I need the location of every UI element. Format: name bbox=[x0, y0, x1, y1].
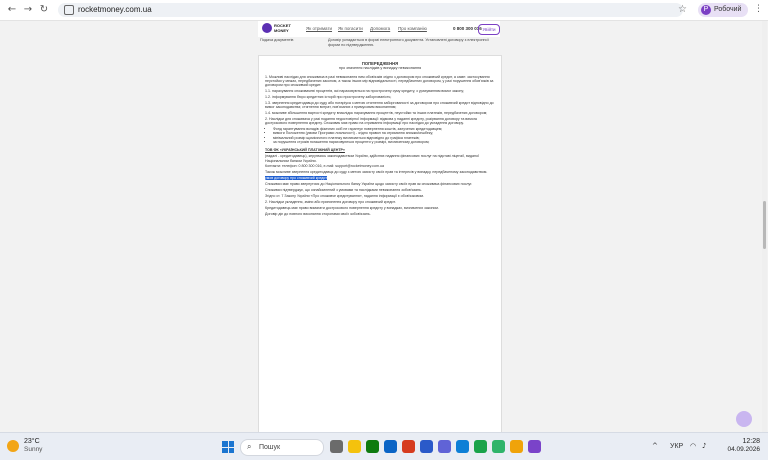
profile-avatar: Р bbox=[701, 5, 711, 15]
teams-icon[interactable] bbox=[438, 440, 451, 453]
windows-taskbar: 23°C Sunny ⌕ Пошук ^ УКР ◠ ♪ 12:28 04.09… bbox=[0, 432, 768, 460]
clock-time[interactable]: 12:28 bbox=[724, 437, 760, 446]
doc-paragraph: 1.1. нарахування споживачеві процентів, … bbox=[265, 89, 465, 94]
windows-start-icon[interactable] bbox=[222, 441, 234, 453]
edge-icon[interactable] bbox=[456, 440, 469, 453]
doc-paragraph: (надалі - кредитодавець), керуючись зако… bbox=[265, 154, 479, 163]
app-icon[interactable] bbox=[510, 440, 523, 453]
doc-paragraph: Також можливе звернення кредитодавця до … bbox=[265, 170, 488, 175]
doc-paragraph: Споживач підтверджує, що ознайомлений з … bbox=[265, 187, 422, 192]
sun-icon[interactable] bbox=[7, 440, 19, 452]
scroll-thumb[interactable] bbox=[763, 201, 766, 249]
tray-chevron-icon[interactable]: ^ bbox=[652, 442, 658, 451]
forward-icon[interactable]: → bbox=[22, 4, 34, 16]
doc-paragraph: Контакти: телефон: 0 800 300 016, e-mail… bbox=[265, 164, 384, 169]
page-scrollbar[interactable] bbox=[762, 21, 767, 432]
address-bar[interactable]: rocketmoney.com.ua bbox=[58, 3, 683, 17]
doc-paragraph: Кредитодавець має право вимагати дострок… bbox=[265, 205, 439, 210]
doc-bullet-list: Фонд гарантування вкладів фізичних осіб … bbox=[265, 127, 495, 144]
bookmark-star-icon[interactable]: ☆ bbox=[678, 4, 687, 15]
site-header: ROCKET MONEY Як отримати Як погасити Доп… bbox=[258, 21, 500, 37]
search-icon: ⌕ bbox=[247, 442, 252, 451]
strip-left: Подача документів bbox=[260, 38, 294, 42]
selected-text[interactable]: умов договору про споживчий кредит bbox=[265, 176, 328, 181]
doc-paragraph: 2. Наслідки укладення, зміни або припине… bbox=[265, 199, 396, 204]
profile-label: Робочий bbox=[714, 6, 742, 13]
doc-subtitle: про значення наслідків у випадку невикон… bbox=[338, 66, 422, 71]
powerpoint-icon[interactable] bbox=[402, 440, 415, 453]
doc-paragraph: Споживач має право звернутися до Націона… bbox=[265, 182, 473, 187]
outlook-icon[interactable] bbox=[384, 440, 397, 453]
doc-paragraph: Згідно ст. 7 Закону України «Про споживч… bbox=[265, 193, 424, 198]
doc-paragraph: умов договору про споживчий кредит bbox=[265, 176, 495, 181]
doc-paragraph: 1.3. звернення кредитодавця до суду або … bbox=[265, 100, 494, 110]
doc-paragraph: 1. Можливі наслідки для споживача в разі… bbox=[265, 74, 494, 88]
warning-document: ПОПЕРЕДЖЕННЯ про значення наслідків у ви… bbox=[258, 55, 502, 432]
doc-paragraph: Договір діє до повного виконання сторона… bbox=[265, 211, 371, 216]
input-language[interactable]: УКР bbox=[670, 442, 683, 451]
nav-help[interactable]: Допомога bbox=[370, 26, 390, 31]
word-icon[interactable] bbox=[420, 440, 433, 453]
doc-paragraph: 1.4. можливе збільшення вартості кредиту… bbox=[265, 111, 488, 116]
browser-menu-icon[interactable]: ⋮ bbox=[754, 4, 763, 14]
app-icon[interactable] bbox=[528, 440, 541, 453]
profile-button[interactable]: Р Робочий bbox=[698, 3, 748, 17]
reload-icon[interactable]: ↻ bbox=[38, 4, 50, 16]
search-placeholder: Пошук bbox=[259, 444, 281, 451]
chrome-icon[interactable] bbox=[474, 440, 487, 453]
clock-date[interactable]: 04.09.2026 bbox=[718, 446, 760, 454]
sub-strip: Подача документів Договір укладається в … bbox=[258, 37, 500, 49]
excel-icon[interactable] bbox=[366, 440, 379, 453]
rocket-logo-icon[interactable] bbox=[262, 23, 272, 33]
nav-how-to-get[interactable]: Як отримати bbox=[306, 26, 332, 31]
file-explorer-icon[interactable] bbox=[348, 440, 361, 453]
url-text[interactable]: rocketmoney.com.ua bbox=[78, 4, 152, 16]
company-name: ТОВ ФК «УКРАЇНСЬКИЙ ПЛАТІЖНИЙ ЦЕНТР» bbox=[265, 148, 345, 153]
nav-about[interactable]: Про компанію bbox=[398, 26, 427, 31]
site-info-icon[interactable] bbox=[64, 5, 74, 15]
weather-temp[interactable]: 23°C bbox=[24, 437, 40, 446]
back-icon[interactable]: ← bbox=[6, 4, 18, 16]
wifi-icon[interactable]: ◠ bbox=[690, 442, 696, 451]
nav-how-to-repay[interactable]: Як погасити bbox=[338, 26, 363, 31]
strip-right: Договір укладається в формі електронного… bbox=[328, 38, 489, 47]
taskbar-search[interactable]: ⌕ Пошук bbox=[240, 439, 324, 456]
list-item: за порушення строків погашення нараховую… bbox=[273, 140, 495, 144]
chat-widget-icon[interactable] bbox=[736, 411, 752, 427]
doc-paragraph: 2. Наслідки для споживача у разі подання… bbox=[265, 116, 477, 126]
volume-icon[interactable]: ♪ bbox=[702, 442, 706, 451]
login-button[interactable]: Увійти bbox=[478, 24, 500, 35]
logo-text[interactable]: ROCKET MONEY bbox=[274, 23, 294, 33]
weather-status[interactable]: Sunny bbox=[24, 446, 42, 454]
app-icon[interactable] bbox=[492, 440, 505, 453]
doc-paragraph: 1.2. інформування бюро кредитних історій… bbox=[265, 94, 392, 99]
page-viewport: ROCKET MONEY Як отримати Як погасити Доп… bbox=[0, 21, 768, 432]
task-view-icon[interactable] bbox=[330, 440, 343, 453]
browser-toolbar: ← → ↻ rocketmoney.com.ua ☆ Р Робочий ⋮ bbox=[0, 0, 768, 21]
